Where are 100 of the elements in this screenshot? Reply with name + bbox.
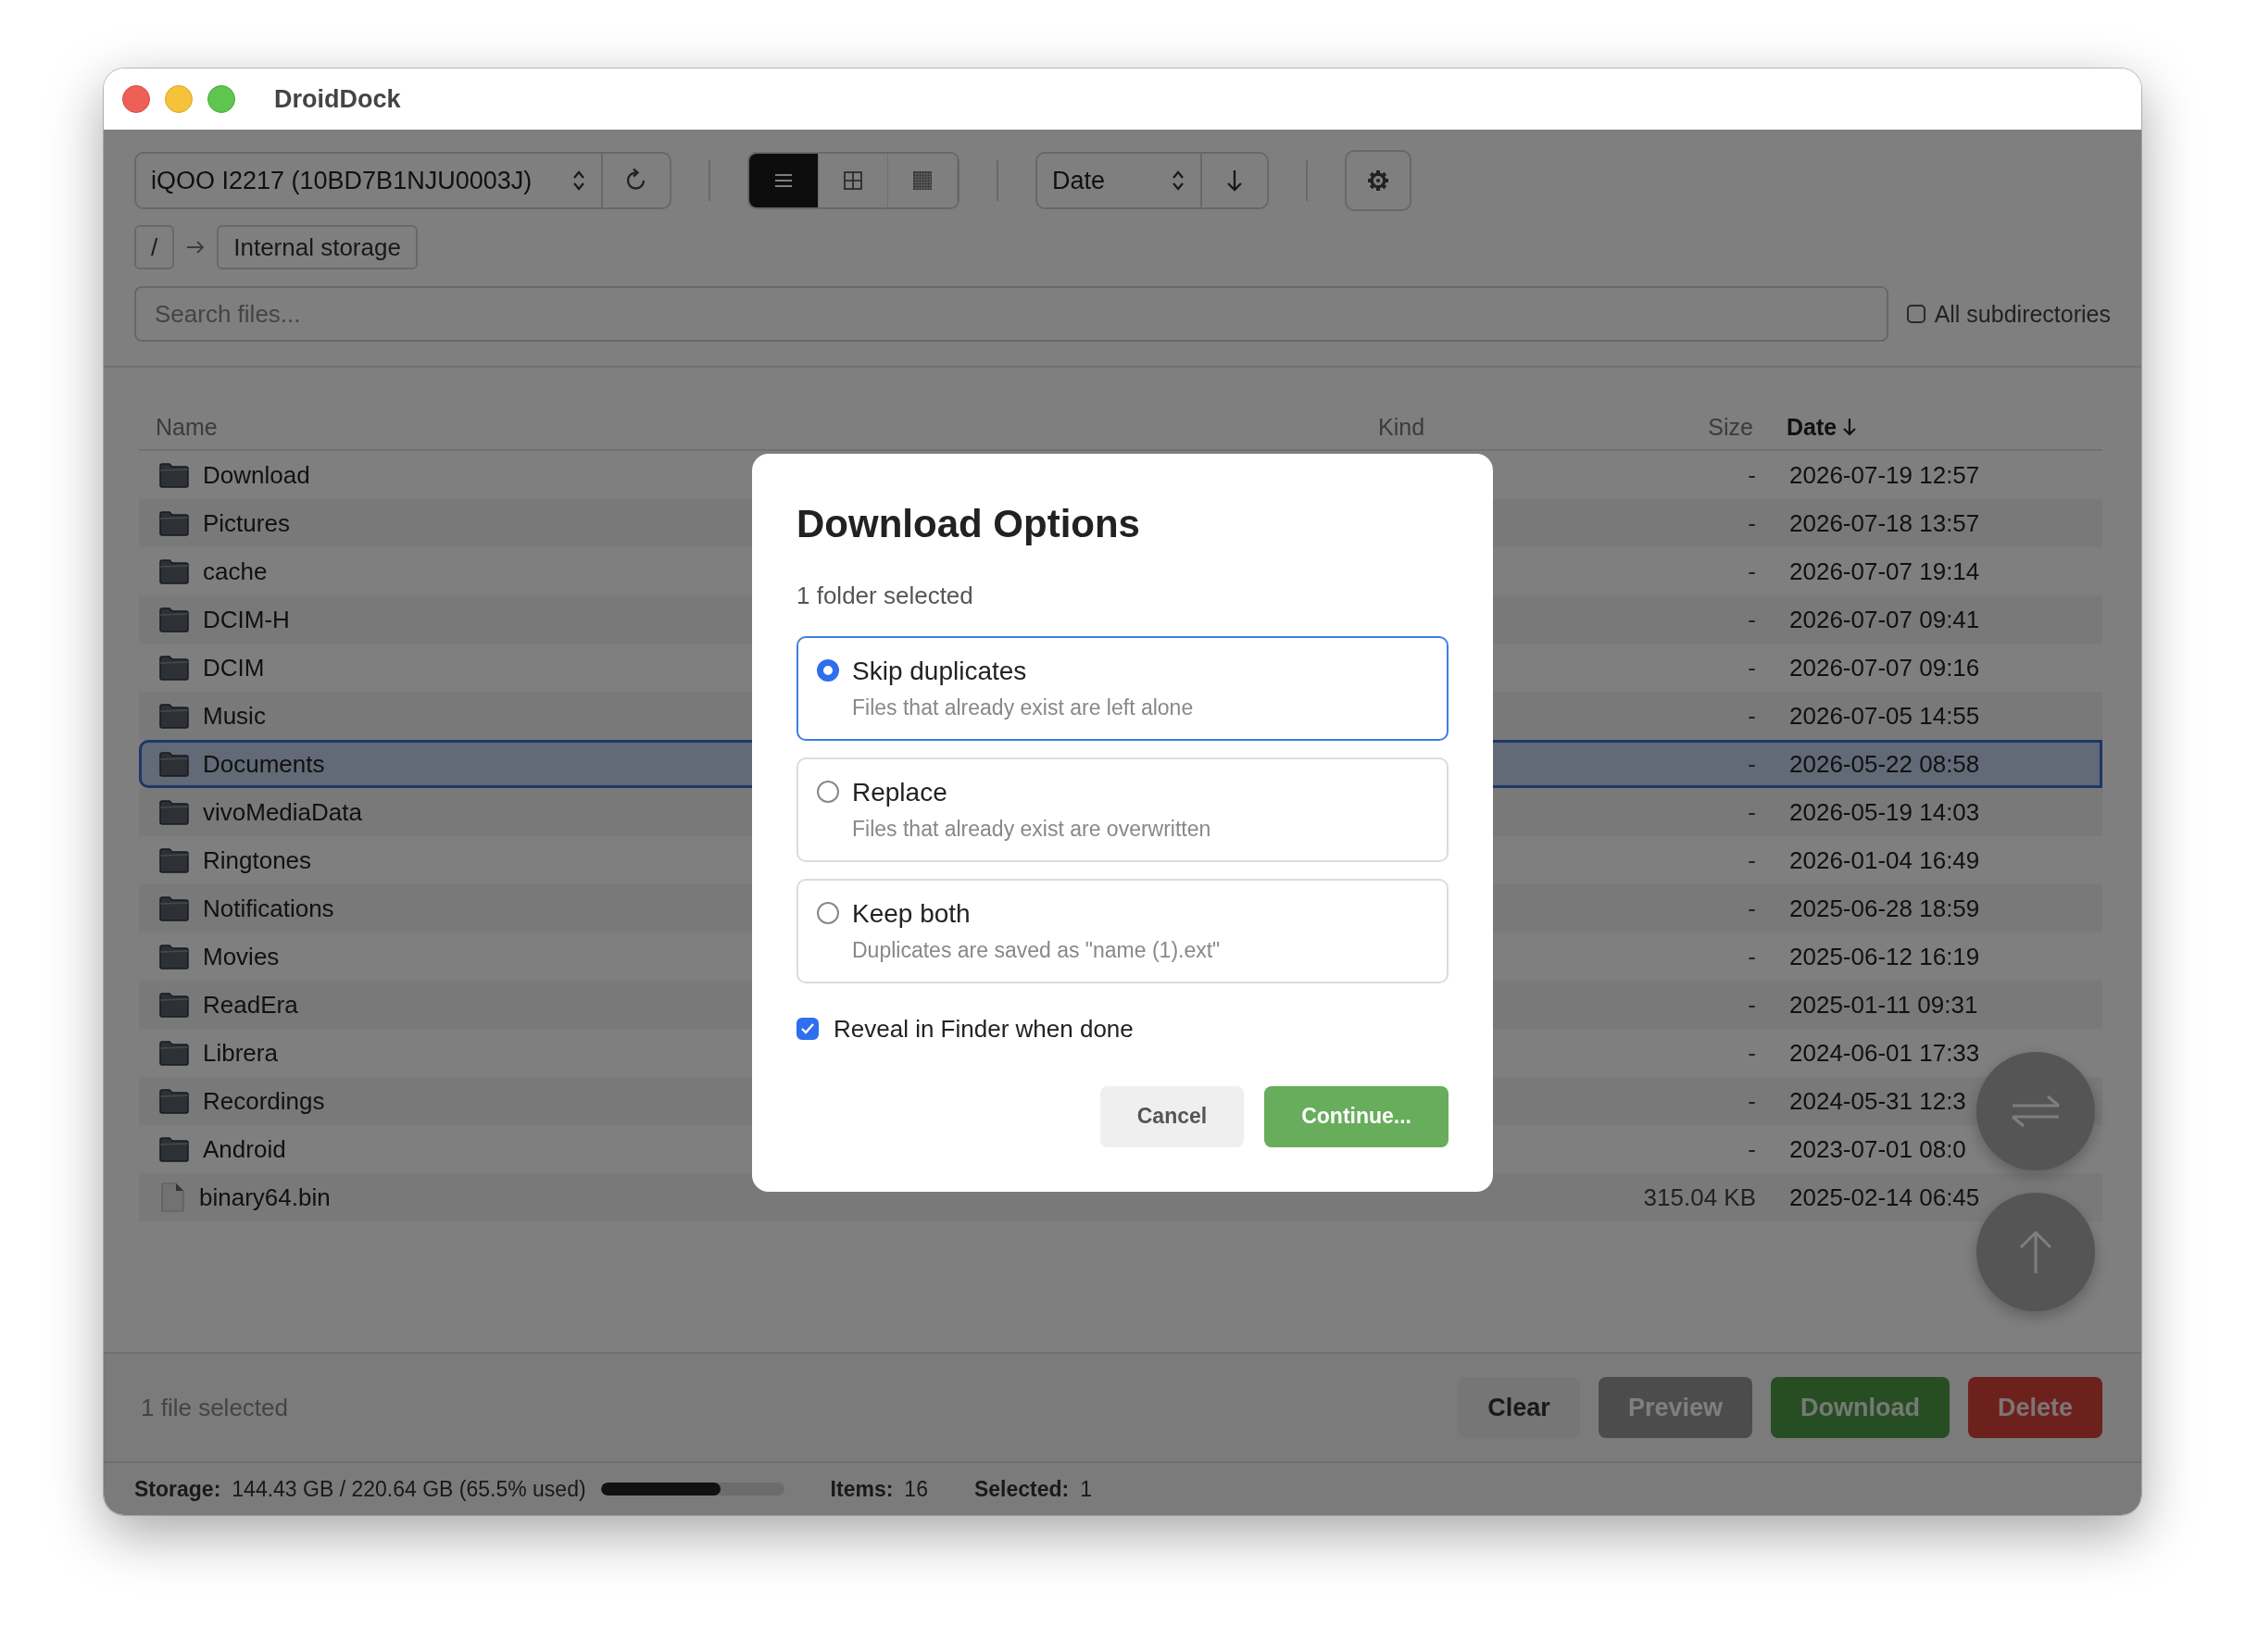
radio-button[interactable] <box>817 658 839 682</box>
file-date: 2026-05-22 08:58 <box>1789 749 1980 778</box>
file-date: 2026-07-07 09:16 <box>1789 653 1980 682</box>
file-size: - <box>1748 797 1756 826</box>
folder-icon <box>158 1135 190 1163</box>
file-size: - <box>1748 990 1756 1019</box>
file-name[interactable]: Android <box>203 1134 286 1164</box>
selected-count: 1 <box>1080 1476 1092 1502</box>
dense-grid-icon <box>911 169 934 192</box>
column-header[interactable]: Kind <box>1378 413 1610 441</box>
folder-icon <box>158 702 190 730</box>
file-date: 2026-07-19 12:57 <box>1789 460 1980 489</box>
file-name[interactable]: Movies <box>203 942 280 971</box>
folder-icon <box>158 750 190 778</box>
column-header[interactable]: Date <box>1787 413 2102 441</box>
file-name[interactable]: Notifications <box>203 894 334 923</box>
folder-icon <box>158 557 190 585</box>
dialog-button[interactable]: Continue... <box>1264 1085 1449 1147</box>
sort-select[interactable]: Date <box>1035 152 1202 209</box>
file-size: - <box>1748 460 1756 489</box>
file-name[interactable]: binary64.bin <box>199 1183 331 1212</box>
dialog-button[interactable]: Cancel <box>1099 1085 1245 1147</box>
file-size: - <box>1748 701 1756 730</box>
option-card[interactable]: Skip duplicates Files that already exist are left alone <box>796 635 1449 741</box>
file-size: - <box>1748 508 1756 537</box>
checkbox-label: All subdirectories <box>1934 300 2111 328</box>
file-date: 2025-02-14 06:45 <box>1789 1183 1980 1211</box>
file-date: 2026-01-04 16:49 <box>1789 845 1980 874</box>
file-name[interactable]: Documents <box>203 749 325 779</box>
option-description: Files that already exist are left alone <box>852 695 1195 720</box>
column-header[interactable]: Size <box>1708 413 1753 441</box>
file-name[interactable]: vivoMediaData <box>203 797 362 827</box>
file-icon <box>158 1182 186 1213</box>
file-date: 2024-06-01 17:33 <box>1789 1038 1980 1067</box>
dialog-subtitle: 1 folder selected <box>796 581 974 610</box>
folder-icon <box>158 943 190 970</box>
breadcrumb-item[interactable]: Internal storage <box>217 225 418 269</box>
folder-icon <box>158 798 190 826</box>
list-icon <box>773 172 794 189</box>
file-date: 2025-06-12 16:19 <box>1789 942 1980 970</box>
chevron-updown-icon <box>571 169 586 193</box>
file-name[interactable]: DCIM-H <box>203 605 290 634</box>
file-size: - <box>1748 894 1756 922</box>
folder-icon <box>158 895 190 922</box>
search-field[interactable]: Search files... <box>134 286 1888 342</box>
storage-label: Storage: <box>134 1476 221 1502</box>
file-name[interactable]: Music <box>203 701 266 731</box>
option-description: Files that already exist are overwritten <box>852 816 1212 842</box>
device-select[interactable]: iQOO I2217 (10BD7B1NJU0003J) <box>134 152 603 209</box>
refresh-button[interactable] <box>603 152 671 209</box>
file-size: - <box>1748 1086 1756 1115</box>
file-size: - <box>1748 749 1756 778</box>
file-date: 2024-05-31 12:3 <box>1789 1086 1966 1115</box>
file-size: - <box>1748 605 1756 633</box>
file-name[interactable]: Ringtones <box>203 845 312 875</box>
file-date: 2026-05-19 14:03 <box>1789 797 1980 826</box>
option-description: Duplicates are saved as "name (1).ext" <box>852 937 1222 963</box>
file-date: 2023-07-01 08:0 <box>1789 1134 1966 1163</box>
radio-button[interactable] <box>817 780 839 803</box>
folder-icon <box>158 846 190 874</box>
right-arrow-icon <box>185 239 207 256</box>
checkbox[interactable] <box>1906 305 1925 323</box>
file-name[interactable]: ReadEra <box>203 990 298 1020</box>
folder-icon <box>158 1087 190 1115</box>
file-name[interactable]: Download <box>203 460 310 490</box>
file-size: - <box>1748 557 1756 585</box>
items-label: Items: <box>830 1476 894 1502</box>
option-label: Replace <box>852 777 948 807</box>
file-name[interactable]: Pictures <box>203 508 290 538</box>
window-title: DroidDock <box>274 84 401 114</box>
file-name[interactable]: Recordings <box>203 1086 325 1116</box>
checkbox[interactable] <box>796 1018 819 1040</box>
file-date: 2026-07-07 19:14 <box>1789 557 1980 585</box>
option-label: Keep both <box>852 898 972 929</box>
checkmark-icon <box>800 1022 815 1035</box>
minimize-window-button[interactable] <box>165 85 193 113</box>
breadcrumb-item[interactable]: / <box>134 225 175 269</box>
column-header[interactable]: Name <box>156 413 1378 441</box>
close-window-button[interactable] <box>122 85 150 113</box>
checkbox-label: Reveal in Finder when done <box>834 1014 1134 1044</box>
file-name[interactable]: cache <box>203 557 268 586</box>
action-button[interactable]: Delete <box>1967 1377 2102 1438</box>
option-label: Skip duplicates <box>852 656 1028 686</box>
file-name[interactable]: DCIM <box>203 653 265 682</box>
file-date: 2025-06-28 18:59 <box>1789 894 1980 922</box>
file-date: 2026-07-18 13:57 <box>1789 508 1980 537</box>
grid-icon <box>843 170 863 191</box>
view-mode-button[interactable] <box>749 154 819 207</box>
action-button[interactable]: Clear <box>1458 1377 1580 1438</box>
chevron-updown-icon <box>1171 169 1185 193</box>
settings-button[interactable] <box>1345 150 1411 211</box>
action-button[interactable]: Download <box>1770 1377 1950 1438</box>
file-name[interactable]: Librera <box>203 1038 278 1068</box>
option-card[interactable]: Keep both Duplicates are saved as "name (1).ext" <box>796 878 1449 983</box>
folder-icon <box>158 461 190 489</box>
settings-icon <box>1367 169 1389 192</box>
option-card[interactable]: Replace Files that already exist are overwritten <box>796 757 1449 862</box>
radio-button[interactable] <box>817 901 839 924</box>
zoom-window-button[interactable] <box>207 85 235 113</box>
file-size: - <box>1748 653 1756 682</box>
